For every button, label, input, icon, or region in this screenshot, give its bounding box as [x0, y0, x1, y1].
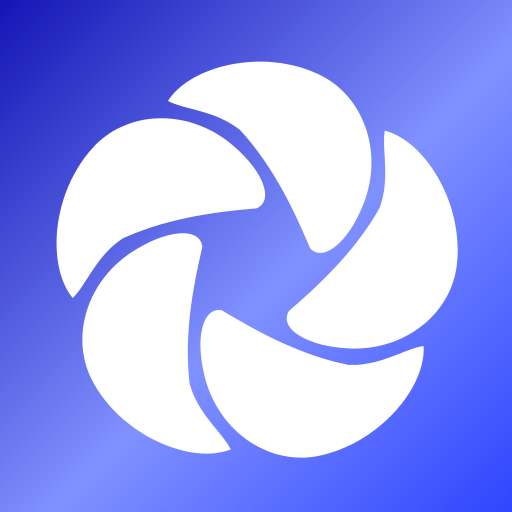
pinwheel-logo-icon — [0, 0, 512, 512]
app-icon — [0, 0, 512, 512]
